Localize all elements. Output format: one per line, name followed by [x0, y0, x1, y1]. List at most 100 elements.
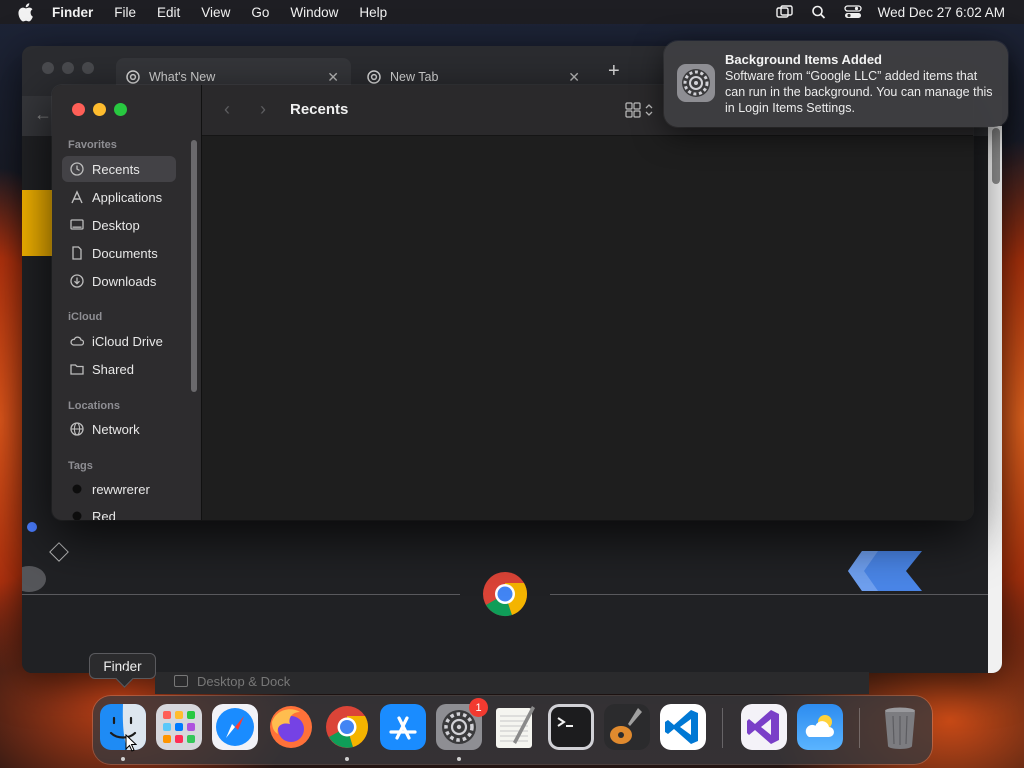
sidebar-scrollbar[interactable]: [191, 140, 197, 392]
visual-studio-icon[interactable]: [741, 704, 787, 750]
settings-window-strip: Desktop & Dock: [155, 672, 869, 694]
finder-sidebar: Favorites Recents Applications Desktop D…: [52, 85, 202, 520]
sidebar-item-label: Downloads: [92, 273, 157, 289]
window-title: Recents: [290, 101, 349, 118]
menu-help[interactable]: Help: [359, 5, 387, 20]
dock-separator: [722, 708, 723, 748]
chrome-zoom-button[interactable]: [82, 62, 94, 74]
chrome-favicon-icon: [126, 70, 140, 84]
menu-view[interactable]: View: [201, 5, 230, 20]
grid-view-icon[interactable]: [625, 102, 655, 118]
notification-body: Software from “Google LLC” added items t…: [725, 69, 993, 115]
blue-dot-graphic: [27, 522, 37, 532]
chrome-scrollbar[interactable]: [992, 128, 1000, 184]
sidebar-item-desktop[interactable]: Desktop: [62, 212, 176, 238]
sidebar-item-label: Desktop: [92, 217, 140, 233]
control-center-icon[interactable]: [844, 5, 862, 19]
arrow-graphic: [848, 551, 922, 591]
desktop-dock-icon: [174, 675, 188, 687]
menu-go[interactable]: Go: [251, 5, 269, 20]
mouse-cursor-icon: [125, 734, 137, 752]
download-icon: [70, 274, 84, 288]
sidebar-item-recents[interactable]: Recents: [62, 156, 176, 182]
menu-window[interactable]: Window: [290, 5, 338, 20]
apple-icon[interactable]: [18, 2, 36, 22]
divider-line: [550, 594, 988, 595]
running-indicator: [457, 757, 461, 761]
shared-folder-icon: [70, 364, 84, 375]
garageband-icon[interactable]: [604, 704, 650, 750]
divider-line: [22, 594, 460, 595]
weather-icon[interactable]: [797, 704, 843, 750]
finder-window: Favorites Recents Applications Desktop D…: [52, 85, 973, 520]
sidebar-item-applications[interactable]: Applications: [62, 184, 176, 210]
sidebar-section-icloud: iCloud: [68, 311, 103, 323]
terminal-icon[interactable]: [548, 704, 594, 750]
finder-minimize-button[interactable]: [93, 103, 106, 116]
app-store-icon[interactable]: [380, 704, 426, 750]
sidebar-item-label: Network: [92, 421, 140, 437]
dock: 1: [93, 696, 932, 764]
sidebar-item-icloud-drive[interactable]: iCloud Drive: [62, 328, 176, 354]
finder-file-area[interactable]: [202, 136, 973, 520]
dock-tooltip: Finder: [89, 653, 156, 679]
tag-dot-icon: [72, 511, 82, 520]
textedit-icon[interactable]: [492, 704, 538, 750]
launchpad-icon[interactable]: [156, 704, 202, 750]
chrome-window-controls: [42, 62, 94, 74]
close-tab-icon[interactable]: ✕: [568, 69, 580, 86]
system-settings-icon: [677, 64, 715, 102]
sidebar-item-shared[interactable]: Shared: [62, 356, 176, 382]
chrome-icon[interactable]: [324, 704, 370, 750]
finder-zoom-button[interactable]: [114, 103, 127, 116]
close-tab-icon[interactable]: ✕: [327, 69, 339, 86]
menu-edit[interactable]: Edit: [157, 5, 180, 20]
chrome-back-icon[interactable]: ←: [34, 104, 52, 125]
sidebar-item-downloads[interactable]: Downloads: [62, 268, 176, 294]
sidebar-item-documents[interactable]: Documents: [62, 240, 176, 266]
new-tab-button[interactable]: +: [608, 60, 620, 83]
menubar-clock[interactable]: Wed Dec 27 6:02 AM: [878, 5, 1005, 20]
forward-button[interactable]: ›: [260, 99, 266, 120]
chrome-minimize-button[interactable]: [62, 62, 74, 74]
firefox-icon[interactable]: [268, 704, 314, 750]
tag-dot-icon: [72, 484, 82, 494]
desktop-icon: [70, 219, 84, 230]
sidebar-item-label: Recents: [92, 161, 140, 177]
sidebar-item-label: Shared: [92, 361, 134, 377]
sidebar-item-label: Documents: [92, 245, 158, 261]
screen-mirroring-icon[interactable]: [775, 5, 794, 19]
sidebar-section-favorites: Favorites: [68, 139, 117, 151]
running-indicator: [121, 757, 125, 761]
finder-close-button[interactable]: [72, 103, 85, 116]
chrome-tab-label: What's New: [149, 70, 216, 84]
trash-icon[interactable]: [877, 704, 923, 750]
sidebar-tag-red[interactable]: Red: [62, 503, 176, 520]
finder-icon[interactable]: [100, 704, 146, 750]
finder-window-controls: [72, 103, 127, 116]
dock-separator: [859, 708, 860, 748]
notification-background-items[interactable]: Background Items Added Software from “Go…: [664, 41, 1008, 127]
document-icon: [72, 246, 82, 260]
vscode-icon[interactable]: [660, 704, 706, 750]
sidebar-section-tags: Tags: [68, 460, 93, 472]
spotlight-search-icon[interactable]: [810, 5, 828, 19]
sidebar-item-label: iCloud Drive: [92, 333, 163, 349]
menu-app-finder[interactable]: Finder: [52, 5, 93, 20]
chrome-close-button[interactable]: [42, 62, 54, 74]
settings-item-label[interactable]: Desktop & Dock: [197, 674, 290, 689]
menu-file[interactable]: File: [114, 5, 136, 20]
chrome-favicon-icon: [367, 70, 381, 84]
notification-title: Background Items Added: [725, 52, 882, 67]
back-button[interactable]: ‹: [224, 99, 230, 120]
notification-badge: 1: [469, 698, 488, 717]
cloud-icon: [70, 336, 84, 346]
sidebar-item-network[interactable]: Network: [62, 416, 176, 442]
page-right-edge: [988, 126, 1002, 673]
sidebar-tag-rewwrerer[interactable]: rewwrerer: [62, 476, 176, 502]
system-settings-app[interactable]: 1: [436, 698, 488, 750]
globe-icon: [70, 422, 84, 436]
applications-icon: [71, 190, 83, 204]
chrome-tab-label: New Tab: [390, 70, 439, 84]
safari-icon[interactable]: [212, 704, 258, 750]
